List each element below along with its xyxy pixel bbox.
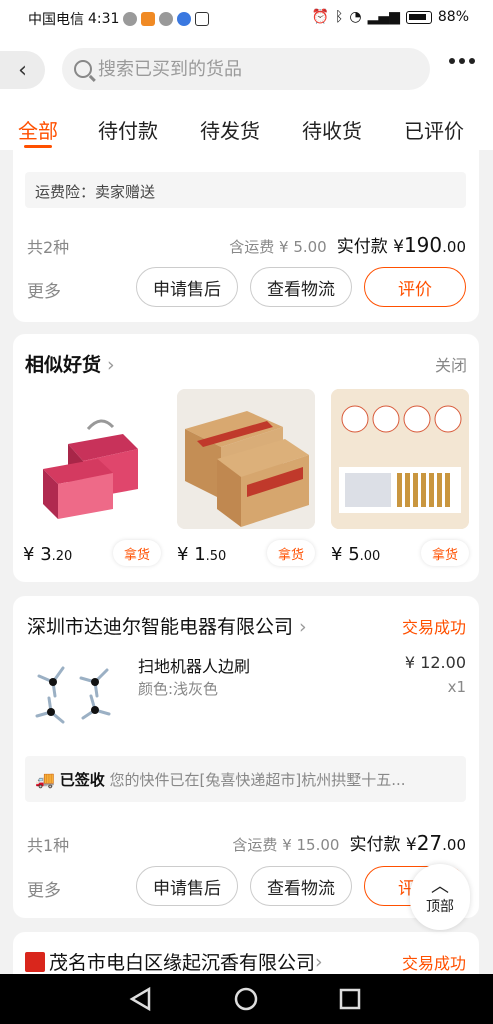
wifi-icon: ◔ [349,9,362,25]
order-status: 交易成功 [401,618,466,637]
order-tabs: 全部 待付款 待发货 待收货 已评价 [0,98,493,150]
chat-app-icon [159,12,174,26]
shipping-insurance-label: 运费险： [35,183,96,201]
paid-amount: 实付款 ¥27.00 [349,831,466,855]
product-image-2[interactable] [177,389,315,529]
delivery-status: 已签收 [59,771,105,789]
shipping-fee: 含运费 ¥ 5.00 [229,238,327,256]
close-button[interactable]: 关闭 [435,352,467,376]
more-link[interactable]: 更多 [27,876,61,901]
order-card-2: 深圳市达迪尔智能电器有限公司 › 交易成功 扫地机器人边刷 颜色:浅灰色 ¥ 1… [13,596,479,918]
carrier-label: 中国电信 [28,12,84,28]
shop-name[interactable]: 茂名市电白区缘起沉香有限公司 › [25,948,323,975]
shipping-fee: 含运费 ¥ 15.00 [232,836,340,854]
grab-button-2[interactable]: 拿货 [267,540,315,566]
view-logistics-button[interactable]: 查看物流 [250,267,352,307]
search-bar[interactable] [62,48,430,90]
browser-app-icon [177,12,192,26]
video-app-icon [141,12,156,26]
nfc-icon [195,12,210,26]
tab-pending-receipt[interactable]: 待收货 [302,98,362,150]
more-link[interactable]: 更多 [27,277,61,302]
paid-amount: 实付款 ¥190.00 [336,233,466,257]
alarm-icon: ⏰ [311,9,329,25]
order-total: 含运费 ¥ 5.00 实付款 ¥190.00 [229,232,466,257]
similar-goods-card: 相似好货 › 关闭 ¥ 3.20 拿货 ¥ 1.50 拿货 ¥ 5.00 拿货 [13,334,479,582]
shop-name[interactable]: 深圳市达迪尔智能电器有限公司 › [27,612,307,639]
shop-logo-icon [25,951,45,972]
more-options-icon[interactable] [449,58,475,64]
quantity: x1 [447,678,466,696]
scroll-to-top-label: 顶部 [426,899,454,915]
scroll-to-top-button[interactable]: ︿ 顶部 [410,864,470,930]
bluetooth-icon: ᛒ [334,9,344,25]
order-status: 交易成功 [401,954,466,973]
grab-button-3[interactable]: 拿货 [421,540,469,566]
nav-home-icon[interactable] [234,987,258,1011]
delivery-message: 您的快件已在[兔喜快递超市]杭州拱墅十五... [109,771,406,789]
signal-icon: ▂▄▆ [367,9,400,25]
similar-price-2: ¥ 1.50 [177,544,227,565]
similar-price-1: ¥ 3.20 [23,544,73,565]
header: ‹ [0,36,493,98]
product-image-1[interactable] [23,389,161,529]
view-logistics-button[interactable]: 查看物流 [250,866,352,906]
order-total: 含运费 ¥ 15.00 实付款 ¥27.00 [232,830,466,855]
battery-percent: 88% [437,9,469,25]
unit-price: ¥ 12.00 [404,653,466,672]
shipping-insurance: 运费险：卖家赠送 [25,172,466,208]
similar-goods-title[interactable]: 相似好货 › [25,350,115,377]
chevron-right-icon: › [315,950,323,973]
search-icon [74,60,92,78]
chevron-up-icon: ︿ [431,876,449,897]
nav-back-icon[interactable] [129,986,151,1012]
apply-aftersale-button[interactable]: 申请售后 [136,866,238,906]
clock: 4:31 [88,11,120,27]
delivery-info[interactable]: 🚚 已签收 您的快件已在[兔喜快递超市]杭州拱墅十五... [25,756,466,802]
grab-button-1[interactable]: 拿货 [113,540,161,566]
chevron-right-icon: › [101,354,115,376]
apply-aftersale-button[interactable]: 申请售后 [136,267,238,307]
nav-recents-icon[interactable] [339,988,361,1010]
product-thumbnail[interactable] [27,652,127,732]
product-name[interactable]: 扫地机器人边刷 [138,653,250,677]
order-card-1: 运费险：卖家赠送 共2种 含运费 ¥ 5.00 实付款 ¥190.00 更多 申… [13,150,479,322]
similar-price-3: ¥ 5.00 [331,544,381,565]
tab-pending-payment[interactable]: 待付款 [98,98,158,150]
item-count: 共2种 [27,238,70,257]
chevron-left-icon: ‹ [18,57,27,83]
tab-all[interactable]: 全部 [18,98,58,150]
system-nav-bar [0,974,493,1024]
product-image-3[interactable] [331,389,469,529]
chevron-right-icon: › [293,616,307,638]
search-input[interactable] [98,58,398,80]
status-bar: 中国电信 4:31 ⏰ ᛒ ◔ ▂▄▆ 88% [0,0,493,36]
battery-icon [405,10,432,24]
item-count: 共1种 [27,836,70,855]
shipping-insurance-value: 卖家赠送 [95,183,156,201]
tab-pending-shipment[interactable]: 待发货 [200,98,260,150]
product-spec: 颜色:浅灰色 [138,680,219,698]
tab-reviewed[interactable]: 已评价 [404,98,464,150]
review-button[interactable]: 评价 [364,267,466,307]
back-button[interactable]: ‹ [0,51,45,89]
message-icon [123,12,138,26]
truck-icon: 🚚 [35,770,55,789]
